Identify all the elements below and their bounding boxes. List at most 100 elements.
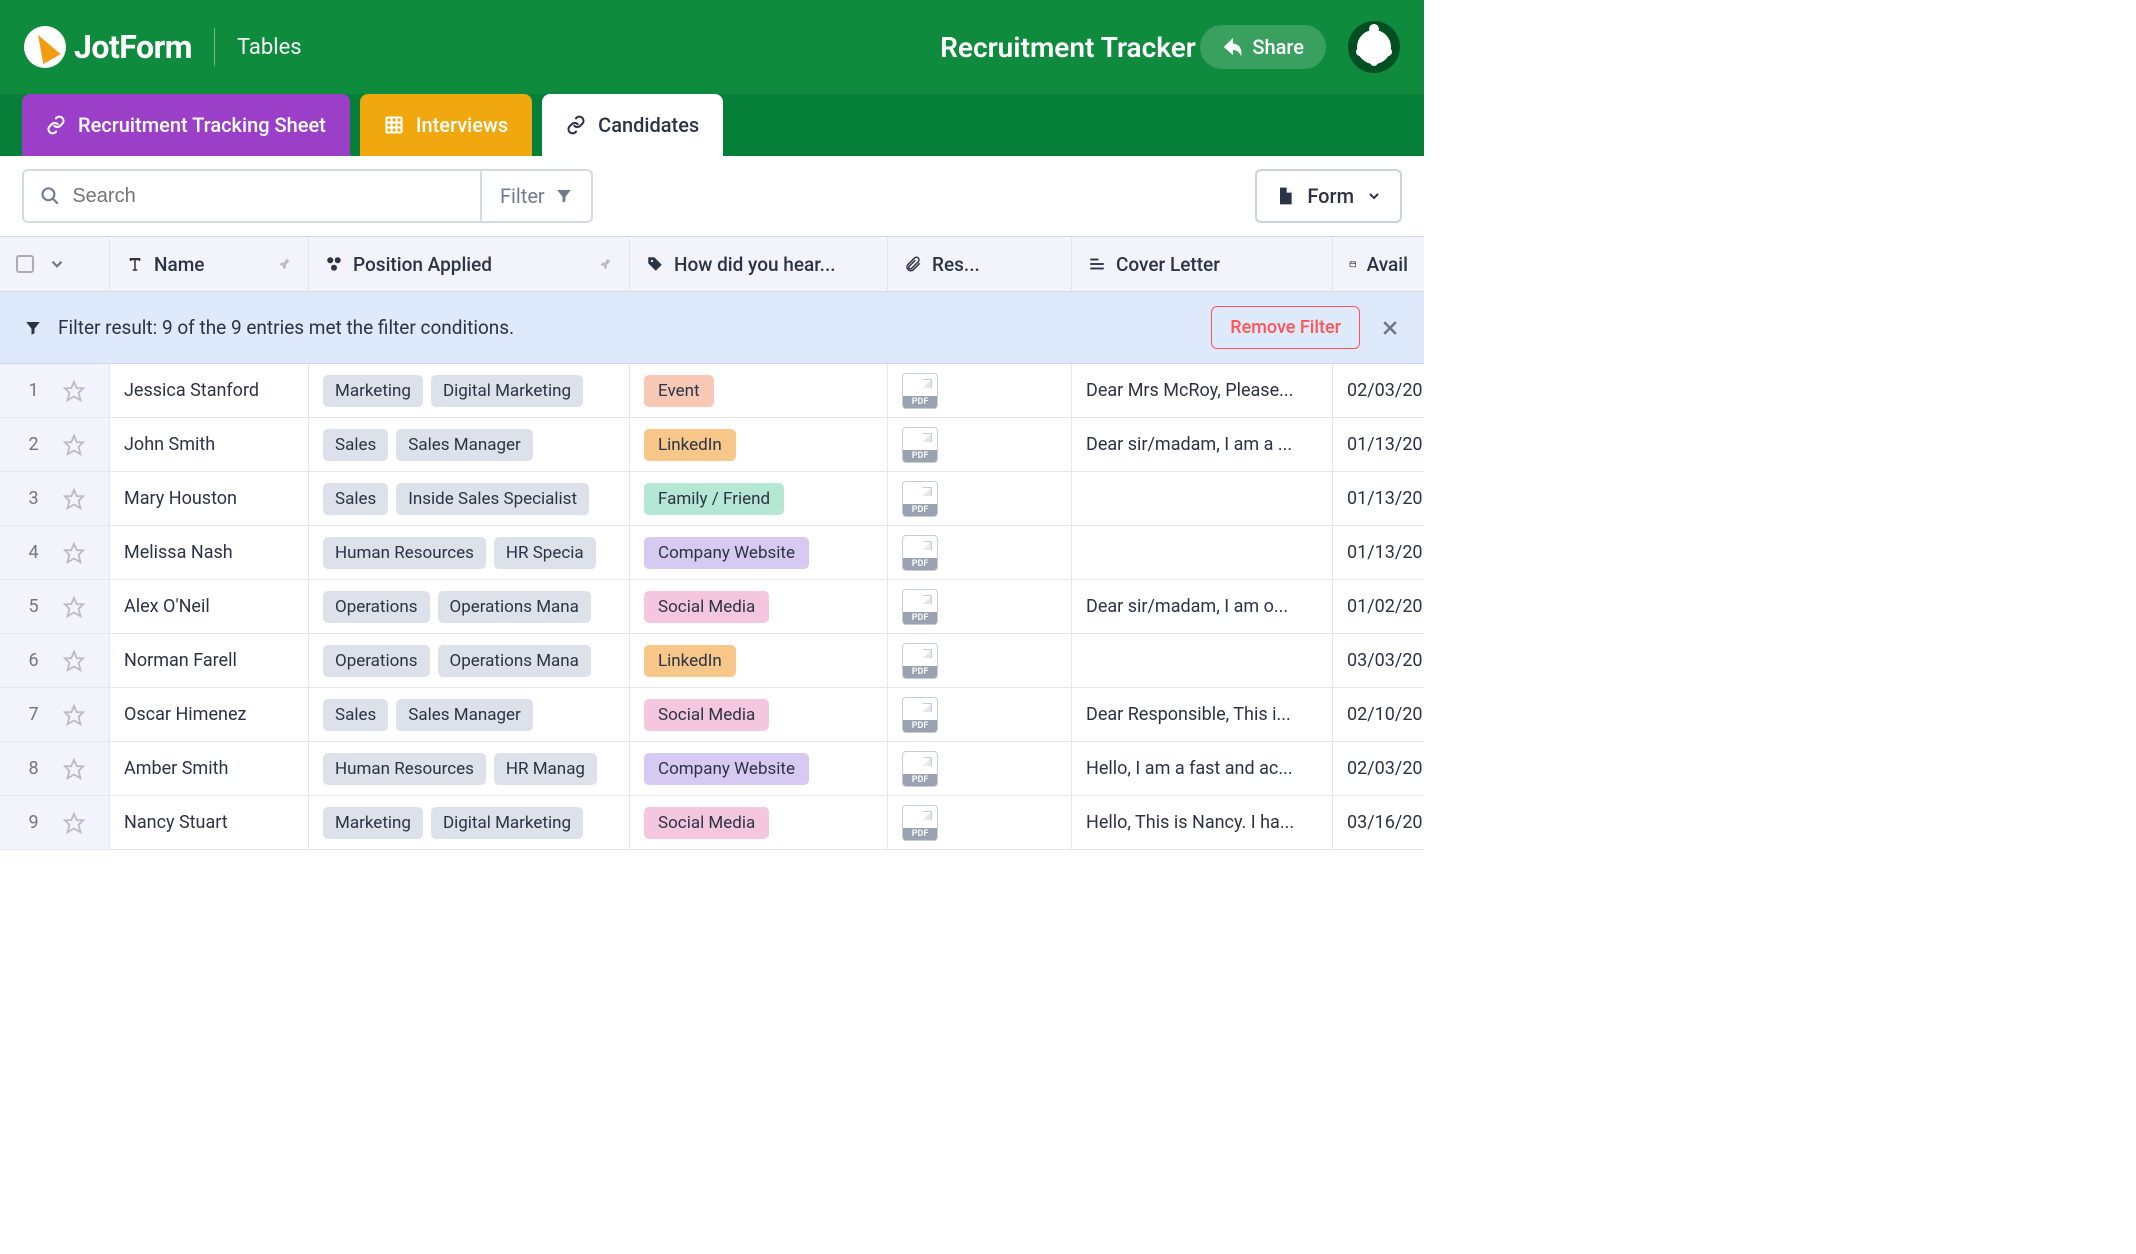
table-row[interactable]: 8Amber SmithHuman ResourcesHR ManagCompa… [0, 742, 1424, 796]
cell-name[interactable]: Jessica Stanford [110, 364, 309, 417]
section-label[interactable]: Tables [237, 35, 302, 60]
cell-name[interactable]: Mary Houston [110, 472, 309, 525]
col-select[interactable] [0, 237, 110, 291]
cell-cover[interactable]: Dear sir/madam, I am a ... [1072, 418, 1333, 471]
star-icon[interactable] [63, 758, 85, 780]
star-icon[interactable] [63, 812, 85, 834]
avatar[interactable] [1348, 21, 1400, 73]
cell-name[interactable]: Oscar Himenez [110, 688, 309, 741]
pdf-icon[interactable]: PDF [902, 805, 938, 841]
cell-name[interactable]: Melissa Nash [110, 526, 309, 579]
cell-position[interactable]: Human ResourcesHR Specia [309, 526, 630, 579]
cell-resume[interactable]: PDF [888, 526, 1072, 579]
form-dropdown[interactable]: Form [1255, 169, 1402, 223]
cell-resume[interactable]: PDF [888, 364, 1072, 417]
pdf-icon[interactable]: PDF [902, 535, 938, 571]
pin-icon[interactable] [597, 256, 613, 272]
cell-hear[interactable]: Company Website [630, 742, 888, 795]
col-resume[interactable]: Res... [888, 237, 1072, 291]
table-row[interactable]: 5Alex O'NeilOperationsOperations ManaSoc… [0, 580, 1424, 634]
cell-position[interactable]: OperationsOperations Mana [309, 634, 630, 687]
cell-position[interactable]: SalesInside Sales Specialist [309, 472, 630, 525]
tab-interviews[interactable]: Interviews [360, 94, 532, 156]
pdf-icon[interactable]: PDF [902, 643, 938, 679]
cell-avail[interactable]: 01/13/20 [1333, 418, 1424, 471]
cell-avail[interactable]: 02/10/20 [1333, 688, 1424, 741]
cell-position[interactable]: MarketingDigital Marketing [309, 364, 630, 417]
cell-name[interactable]: Nancy Stuart [110, 796, 309, 849]
cell-cover[interactable]: Dear Responsible, This i... [1072, 688, 1333, 741]
close-icon[interactable] [1380, 318, 1400, 338]
star-icon[interactable] [63, 596, 85, 618]
cell-resume[interactable]: PDF [888, 472, 1072, 525]
table-row[interactable]: 2John SmithSalesSales ManagerLinkedInPDF… [0, 418, 1424, 472]
cell-cover[interactable]: Hello, This is Nancy. I ha... [1072, 796, 1333, 849]
cell-avail[interactable]: 01/13/20 [1333, 472, 1424, 525]
cell-resume[interactable]: PDF [888, 742, 1072, 795]
cell-position[interactable]: MarketingDigital Marketing [309, 796, 630, 849]
pdf-icon[interactable]: PDF [902, 751, 938, 787]
star-icon[interactable] [63, 650, 85, 672]
cell-position[interactable]: OperationsOperations Mana [309, 580, 630, 633]
tab-recruitment-tracking[interactable]: Recruitment Tracking Sheet [22, 94, 350, 156]
cell-name[interactable]: Norman Farell [110, 634, 309, 687]
table-row[interactable]: 3Mary HoustonSalesInside Sales Specialis… [0, 472, 1424, 526]
cell-hear[interactable]: Company Website [630, 526, 888, 579]
cell-resume[interactable]: PDF [888, 688, 1072, 741]
cell-hear[interactable]: LinkedIn [630, 418, 888, 471]
cell-cover[interactable]: Hello, I am a fast and ac... [1072, 742, 1333, 795]
col-name[interactable]: Name [110, 237, 309, 291]
cell-hear[interactable]: Family / Friend [630, 472, 888, 525]
cell-resume[interactable]: PDF [888, 634, 1072, 687]
logo[interactable]: JotForm [24, 26, 192, 68]
table-row[interactable]: 9Nancy StuartMarketingDigital Marketing … [0, 796, 1424, 850]
filter-button[interactable]: Filter [482, 169, 593, 223]
cell-hear[interactable]: Social Media [630, 796, 888, 849]
cell-position[interactable]: SalesSales Manager [309, 688, 630, 741]
star-icon[interactable] [63, 488, 85, 510]
cell-resume[interactable]: PDF [888, 580, 1072, 633]
cell-resume[interactable]: PDF [888, 418, 1072, 471]
pdf-icon[interactable]: PDF [902, 373, 938, 409]
table-row[interactable]: 4Melissa NashHuman ResourcesHR SpeciaCom… [0, 526, 1424, 580]
star-icon[interactable] [63, 380, 85, 402]
cell-name[interactable]: Amber Smith [110, 742, 309, 795]
share-button[interactable]: Share [1200, 25, 1326, 69]
col-hear[interactable]: How did you hear... [630, 237, 888, 291]
pdf-icon[interactable]: PDF [902, 481, 938, 517]
cell-name[interactable]: Alex O'Neil [110, 580, 309, 633]
cell-avail[interactable]: 02/03/20 [1333, 364, 1424, 417]
col-position[interactable]: Position Applied [309, 237, 630, 291]
remove-filter-button[interactable]: Remove Filter [1211, 306, 1360, 349]
cell-hear[interactable]: LinkedIn [630, 634, 888, 687]
cell-avail[interactable]: 01/02/20 [1333, 580, 1424, 633]
col-avail[interactable]: Avail [1333, 237, 1424, 291]
search-input[interactable] [72, 185, 464, 208]
table-row[interactable]: 6Norman FarellOperationsOperations ManaL… [0, 634, 1424, 688]
select-all-checkbox[interactable] [16, 255, 34, 273]
star-icon[interactable] [63, 434, 85, 456]
cell-cover[interactable]: Dear sir/madam, I am o... [1072, 580, 1333, 633]
cell-avail[interactable]: 03/03/20 [1333, 634, 1424, 687]
cell-hear[interactable]: Social Media [630, 580, 888, 633]
cell-hear[interactable]: Social Media [630, 688, 888, 741]
table-row[interactable]: 1Jessica StanfordMarketingDigital Market… [0, 364, 1424, 418]
star-icon[interactable] [63, 542, 85, 564]
cell-cover[interactable] [1072, 634, 1333, 687]
pdf-icon[interactable]: PDF [902, 427, 938, 463]
search-box[interactable] [22, 169, 482, 223]
table-row[interactable]: 7Oscar HimenezSalesSales ManagerSocial M… [0, 688, 1424, 742]
cell-hear[interactable]: Event [630, 364, 888, 417]
cell-avail[interactable]: 03/16/20 [1333, 796, 1424, 849]
pdf-icon[interactable]: PDF [902, 697, 938, 733]
pdf-icon[interactable]: PDF [902, 589, 938, 625]
cell-position[interactable]: Human ResourcesHR Manag [309, 742, 630, 795]
cell-resume[interactable]: PDF [888, 796, 1072, 849]
cell-cover[interactable]: Dear Mrs McRoy, Please... [1072, 364, 1333, 417]
cell-name[interactable]: John Smith [110, 418, 309, 471]
cell-avail[interactable]: 02/03/20 [1333, 742, 1424, 795]
col-cover[interactable]: Cover Letter [1072, 237, 1333, 291]
cell-cover[interactable] [1072, 472, 1333, 525]
pin-icon[interactable] [276, 256, 292, 272]
cell-cover[interactable] [1072, 526, 1333, 579]
